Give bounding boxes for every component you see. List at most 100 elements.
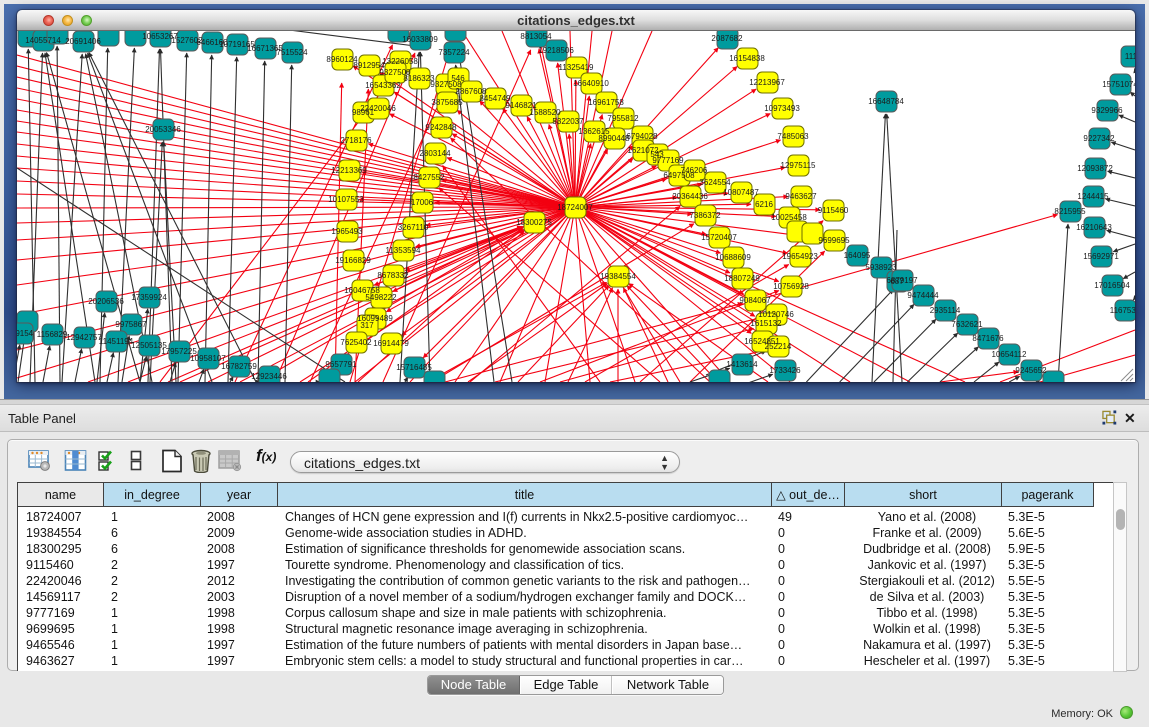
svg-text:18807249: 18807249 [724,274,760,283]
svg-text:746206: 746206 [681,166,708,175]
svg-text:317: 317 [360,321,374,330]
svg-text:7485063: 7485063 [777,132,809,141]
svg-text:8813054: 8813054 [520,32,552,41]
svg-text:12942757: 12942757 [66,333,102,342]
svg-text:17359924: 17359924 [131,293,167,302]
svg-text:16543362: 16543362 [365,81,401,90]
svg-text:17016504: 17016504 [1094,281,1130,290]
svg-text:7625402: 7625402 [340,338,372,347]
svg-text:12213369: 12213369 [331,166,367,175]
svg-text:1244415: 1244415 [1077,192,1109,201]
svg-text:9227342: 9227342 [1083,134,1115,143]
svg-text:1167533: 1167533 [1110,306,1135,315]
svg-text:9657791: 9657791 [325,360,357,369]
svg-text:10807487: 10807487 [723,188,759,197]
svg-text:14055714: 14055714 [25,36,61,45]
svg-text:22420046: 22420046 [360,104,396,113]
svg-text:10654112: 10654112 [992,350,1028,359]
svg-text:6879197: 6879197 [886,276,918,285]
svg-text:2718176: 2718176 [340,136,372,145]
svg-text:8990448: 8990448 [598,134,630,143]
svg-text:19654923: 19654923 [782,252,818,261]
svg-text:10756928: 10756928 [773,282,809,291]
svg-text:19384554: 19384554 [600,272,636,281]
svg-text:13226058: 13226058 [382,57,418,66]
svg-text:6216: 6216 [755,200,773,209]
svg-text:19218506: 19218506 [538,46,574,55]
svg-text:16640910: 16640910 [573,79,609,88]
svg-text:9777169: 9777169 [652,156,684,165]
svg-text:19166829: 19166829 [335,256,371,265]
svg-text:10120746: 10120746 [758,310,794,319]
svg-text:11451194: 11451194 [99,337,134,346]
svg-text:111: 111 [1125,52,1135,61]
svg-text:16033809: 16033809 [402,35,438,44]
svg-text:1588520: 1588520 [529,108,561,117]
svg-text:5322037: 5322037 [552,117,584,126]
svg-text:9463627: 9463627 [785,192,817,201]
svg-text:9975867: 9975867 [115,320,147,329]
svg-text:39154: 39154 [17,329,34,338]
svg-text:8471676: 8471676 [972,334,1004,343]
svg-text:1733426: 1733426 [769,366,801,375]
svg-text:546: 546 [451,74,465,83]
svg-text:10107553: 10107553 [328,195,364,204]
svg-text:16914479: 16914479 [373,339,409,348]
svg-text:15720407: 15720407 [701,233,737,242]
svg-text:12923446: 12923446 [251,372,287,381]
svg-text:20206536: 20206536 [88,297,124,306]
svg-text:10025458: 10025458 [771,213,807,222]
svg-text:7357224: 7357224 [438,48,470,57]
svg-text:10973493: 10973493 [764,104,800,113]
svg-text:8678332: 8678332 [377,271,409,280]
svg-text:3875685: 3875685 [431,98,463,107]
svg-text:164095: 164095 [844,251,871,260]
svg-text:15716485: 15716485 [396,363,432,372]
svg-text:20053346: 20053346 [145,125,181,134]
svg-text:8427552: 8427552 [413,173,445,182]
svg-text:12213967: 12213967 [749,78,785,87]
svg-text:12093872: 12093872 [1077,164,1113,173]
svg-text:1965493: 1965493 [331,227,363,236]
svg-text:16210643: 16210643 [1076,223,1112,232]
svg-text:5498222: 5498222 [365,293,397,302]
svg-text:2803144: 2803144 [419,149,451,158]
svg-text:16154838: 16154838 [729,54,765,63]
svg-text:10688609: 10688609 [715,253,751,262]
svg-text:2935114: 2935114 [930,306,961,315]
svg-text:1156829: 1156829 [37,330,68,339]
svg-text:7955812: 7955812 [607,114,639,123]
svg-text:1413614: 1413614 [726,360,758,369]
svg-text:20691406: 20691406 [65,37,101,46]
svg-text:16648784: 16648784 [868,97,904,106]
svg-text:9245652: 9245652 [1015,366,1047,375]
svg-text:252214: 252214 [765,342,792,351]
svg-text:6794028: 6794028 [626,132,658,141]
svg-text:9699695: 9699695 [818,236,850,245]
svg-text:18724007: 18724007 [557,203,593,212]
svg-text:18300275: 18300275 [516,218,552,227]
svg-text:5938923: 5938923 [865,263,897,272]
svg-text:9329966: 9329966 [1091,106,1123,115]
svg-text:7515524: 7515524 [276,48,308,57]
svg-text:7386372: 7386372 [689,211,721,220]
svg-text:11353594: 11353594 [386,246,422,255]
svg-text:11325419: 11325419 [559,63,595,72]
svg-text:2087682: 2087682 [711,34,743,43]
svg-text:20364436: 20364436 [672,192,708,201]
svg-text:12975115: 12975115 [781,161,817,170]
svg-text:16961758: 16961758 [588,98,624,107]
svg-text:7632621: 7632621 [951,320,983,329]
svg-text:8215955: 8215955 [1054,207,1086,216]
svg-text:3267110: 3267110 [398,223,429,232]
svg-text:15692971: 15692971 [1083,252,1119,261]
svg-text:9084067: 9084067 [739,296,771,305]
svg-text:9115460: 9115460 [818,206,849,215]
svg-text:9242848: 9242848 [425,123,457,132]
svg-text:1615132: 1615132 [750,319,782,328]
svg-text:9474444: 9474444 [907,291,939,300]
svg-text:17006: 17006 [411,198,434,207]
svg-text:3624554: 3624554 [699,178,731,187]
svg-text:15751074: 15751074 [1102,80,1135,89]
svg-text:16782759: 16782759 [221,362,257,371]
